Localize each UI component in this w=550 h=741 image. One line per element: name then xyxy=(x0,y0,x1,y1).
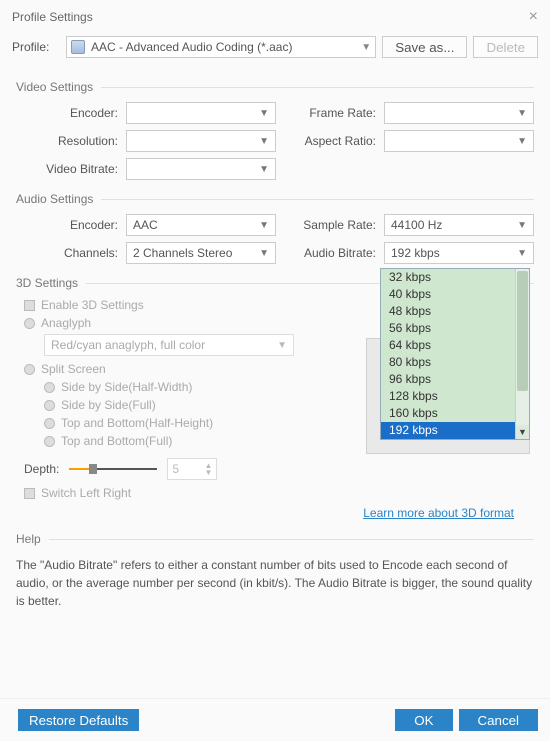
help-heading: Help xyxy=(16,532,534,546)
audio-bitrate-label: Audio Bitrate: xyxy=(276,246,384,260)
radio-icon xyxy=(44,382,55,393)
radio-icon xyxy=(24,318,35,329)
aspect-ratio-label: Aspect Ratio: xyxy=(276,134,384,148)
video-bitrate-select[interactable]: ▼ xyxy=(126,158,276,180)
profile-selected: AAC - Advanced Audio Coding (*.aac) xyxy=(91,40,292,54)
profile-label: Profile: xyxy=(12,40,60,54)
bitrate-option[interactable]: 96 kbps xyxy=(381,371,529,388)
resolution-select[interactable]: ▼ xyxy=(126,130,276,152)
audio-bitrate-select[interactable]: 192 kbps ▼ xyxy=(384,242,534,264)
chevron-down-icon: ▼ xyxy=(259,164,269,175)
chevron-down-icon: ▼ xyxy=(517,248,527,259)
audio-settings-heading: Audio Settings xyxy=(16,192,534,206)
bitrate-option[interactable]: 48 kbps xyxy=(381,303,529,320)
dropdown-more-icon[interactable]: ▼ xyxy=(515,425,529,439)
audio-encoder-value: AAC xyxy=(133,218,158,232)
depth-label: Depth: xyxy=(24,462,59,476)
aspect-ratio-select[interactable]: ▼ xyxy=(384,130,534,152)
help-text: The "Audio Bitrate" refers to either a c… xyxy=(16,556,534,610)
chevron-down-icon: ▼ xyxy=(361,42,371,53)
format-icon xyxy=(71,40,85,54)
audio-encoder-select[interactable]: AAC ▼ xyxy=(126,214,276,236)
radio-icon xyxy=(24,364,35,375)
ok-button[interactable]: OK xyxy=(395,709,452,731)
chevron-down-icon: ▼ xyxy=(517,108,527,119)
bitrate-option[interactable]: 64 kbps xyxy=(381,337,529,354)
save-as-button[interactable]: Save as... xyxy=(382,36,467,58)
video-encoder-select[interactable]: ▼ xyxy=(126,102,276,124)
audio-bitrate-dropdown[interactable]: 32 kbps40 kbps48 kbps56 kbps64 kbps80 kb… xyxy=(380,268,530,440)
chevron-down-icon: ▼ xyxy=(259,136,269,147)
delete-button: Delete xyxy=(473,36,538,58)
checkbox-icon xyxy=(24,300,35,311)
channels-label: Channels: xyxy=(16,246,126,260)
chevron-down-icon: ▼ xyxy=(277,340,287,351)
radio-icon xyxy=(44,400,55,411)
checkbox-icon xyxy=(24,488,35,499)
channels-select[interactable]: 2 Channels Stereo ▼ xyxy=(126,242,276,264)
chevron-down-icon: ▼ xyxy=(517,136,527,147)
chevron-down-icon: ▼ xyxy=(517,220,527,231)
radio-icon xyxy=(44,436,55,447)
audio-encoder-label: Encoder: xyxy=(16,218,126,232)
chevron-down-icon: ▼ xyxy=(259,248,269,259)
sample-rate-value: 44100 Hz xyxy=(391,218,442,232)
video-encoder-label: Encoder: xyxy=(16,106,126,120)
depth-slider[interactable] xyxy=(69,462,157,476)
bitrate-option[interactable]: 80 kbps xyxy=(381,354,529,371)
profile-select[interactable]: AAC - Advanced Audio Coding (*.aac) ▼ xyxy=(66,36,376,58)
frame-rate-label: Frame Rate: xyxy=(276,106,384,120)
bitrate-option[interactable]: 40 kbps xyxy=(381,286,529,303)
video-settings-heading: Video Settings xyxy=(16,80,534,94)
close-icon[interactable]: × xyxy=(529,8,538,26)
bitrate-option[interactable]: 56 kbps xyxy=(381,320,529,337)
radio-icon xyxy=(44,418,55,429)
dropdown-scrollbar[interactable] xyxy=(515,269,529,425)
bitrate-option[interactable]: 32 kbps xyxy=(381,269,529,286)
bitrate-option[interactable]: 192 kbps xyxy=(381,422,529,439)
restore-defaults-button[interactable]: Restore Defaults xyxy=(18,709,139,731)
bitrate-option[interactable]: 128 kbps xyxy=(381,388,529,405)
anaglyph-mode-value: Red/cyan anaglyph, full color xyxy=(51,338,205,352)
sample-rate-select[interactable]: 44100 Hz ▼ xyxy=(384,214,534,236)
switch-lr-row[interactable]: Switch Left Right xyxy=(24,486,534,500)
resolution-label: Resolution: xyxy=(16,134,126,148)
audio-bitrate-value: 192 kbps xyxy=(391,246,440,260)
chevron-down-icon: ▼ xyxy=(259,108,269,119)
cancel-button[interactable]: Cancel xyxy=(459,709,539,731)
spinner-arrows-icon: ▲▼ xyxy=(204,462,212,476)
bitrate-option[interactable]: 160 kbps xyxy=(381,405,529,422)
frame-rate-select[interactable]: ▼ xyxy=(384,102,534,124)
chevron-down-icon: ▼ xyxy=(259,220,269,231)
video-bitrate-label: Video Bitrate: xyxy=(16,162,126,176)
window-title: Profile Settings xyxy=(12,10,93,24)
anaglyph-mode-select[interactable]: Red/cyan anaglyph, full color ▼ xyxy=(44,334,294,356)
channels-value: 2 Channels Stereo xyxy=(133,246,232,260)
sample-rate-label: Sample Rate: xyxy=(276,218,384,232)
depth-spinner[interactable]: 5 ▲▼ xyxy=(167,458,217,480)
learn-more-link[interactable]: Learn more about 3D format xyxy=(16,506,514,520)
depth-value: 5 xyxy=(172,462,179,476)
